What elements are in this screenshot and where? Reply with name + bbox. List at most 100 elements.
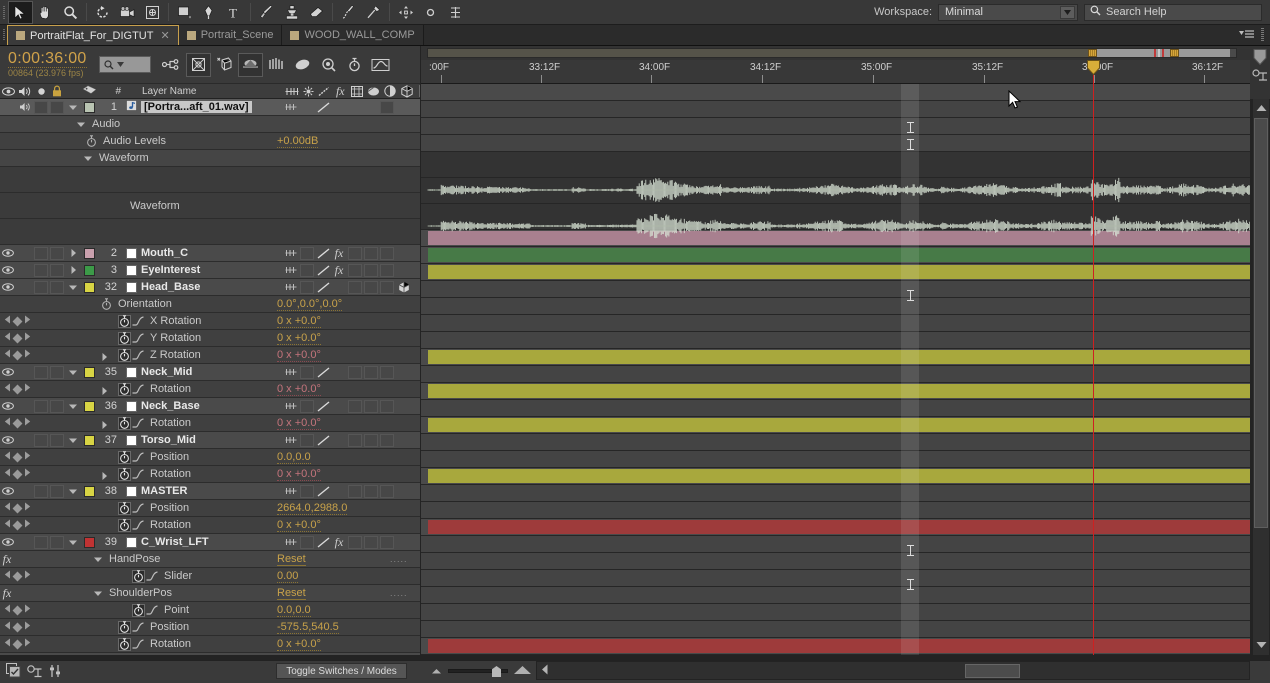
property-group-row[interactable]: Waveform (0, 150, 420, 167)
layer-time-marker[interactable] (907, 290, 914, 301)
zoom-out-icon[interactable] (430, 665, 443, 677)
layer-outline-panel[interactable]: 1 [Portra...aft_01.wav] Audio Audio Levels +… (0, 99, 420, 655)
navigator-view-region[interactable] (1092, 49, 1230, 57)
next-keyframe-icon[interactable] (24, 604, 31, 616)
layer-switches[interactable]: fx (282, 263, 420, 278)
property-row[interactable]: Z Rotation 0 x +0.0° (0, 347, 420, 364)
timeline-row[interactable] (421, 621, 1250, 638)
motion-blur-icon[interactable] (237, 52, 263, 77)
selection-tool[interactable] (8, 0, 33, 24)
graph-editor-toggle[interactable] (131, 639, 145, 649)
next-keyframe-icon[interactable] (24, 349, 31, 361)
previous-keyframe-icon[interactable] (4, 332, 11, 344)
solo-switch[interactable] (33, 263, 49, 277)
snapping-tool[interactable] (393, 1, 418, 24)
keyframe-navigator[interactable] (0, 466, 48, 482)
property-row[interactable]: Position 2664.0,2988.0 (0, 500, 420, 517)
property-row[interactable]: Rotation 0 x +0.0° (0, 415, 420, 432)
layer-disclosure-triangle[interactable] (65, 249, 81, 257)
current-timecode[interactable]: 0:00:36:00 (8, 50, 87, 68)
add-keyframe-icon[interactable] (12, 333, 23, 343)
adjustment-switch[interactable] (379, 535, 395, 549)
lock-switch[interactable] (49, 100, 65, 114)
add-keyframe-icon[interactable] (12, 384, 23, 394)
close-icon[interactable]: ✕ (160, 29, 169, 42)
stopwatch-toggle[interactable] (118, 501, 131, 515)
layer-disclosure-triangle[interactable] (65, 105, 81, 110)
property-row[interactable]: Audio Levels +0.00dB (0, 133, 420, 150)
comp-family-icon[interactable] (1252, 68, 1268, 85)
panel-resize-grip[interactable] (1261, 27, 1264, 42)
quality-switch[interactable] (315, 400, 331, 412)
video-switch[interactable] (0, 538, 16, 546)
layer-row[interactable]: 39 C_Wrist_LFT fx (0, 534, 420, 551)
frame-blend-switch[interactable] (347, 654, 363, 655)
next-keyframe-icon[interactable] (24, 519, 31, 531)
stopwatch-toggle[interactable] (118, 637, 131, 651)
layer-row[interactable]: 3 EyeInterest fx (0, 262, 420, 279)
property-value[interactable]: 0 x +0.0° (277, 468, 321, 481)
effect-options-dots[interactable]: ..... (390, 588, 408, 598)
stopwatch-toggle[interactable] (118, 450, 131, 464)
layer-disclosure-triangle[interactable] (65, 266, 81, 274)
effect-disclosure-triangle[interactable] (91, 591, 105, 596)
timeline-horizontal-scrollbar[interactable] (536, 661, 1250, 680)
layer-name-cell[interactable]: Torso_Mid (122, 434, 282, 446)
frame-blend-switch[interactable] (347, 280, 363, 294)
property-row[interactable]: Slider 0.00 (0, 568, 420, 585)
timeline-row[interactable] (421, 383, 1250, 400)
frame-blend-switch[interactable] (347, 263, 363, 277)
previous-keyframe-icon[interactable] (4, 417, 11, 429)
switches-icon[interactable] (49, 664, 62, 681)
stopwatch-toggle[interactable] (118, 620, 131, 634)
graph-editor-toggle[interactable] (131, 452, 145, 462)
brush-tool[interactable] (254, 1, 279, 24)
motion-blur-switch[interactable] (363, 263, 379, 277)
timeline-row[interactable] (421, 264, 1250, 281)
expression-disclosure-triangle[interactable] (102, 420, 107, 432)
collapse-switch[interactable] (299, 654, 315, 655)
property-value[interactable]: 0 x +0.0° (277, 417, 321, 430)
lock-switch[interactable] (49, 280, 65, 294)
audio-switch[interactable] (16, 102, 33, 112)
shy-switch[interactable] (282, 266, 299, 274)
layer-name-cell[interactable]: EyeInterest (122, 264, 282, 276)
workspace-select[interactable]: Minimal (938, 3, 1078, 21)
timeline-row[interactable] (421, 315, 1250, 332)
motion-blur-switch[interactable] (363, 654, 379, 655)
layer-label-color[interactable] (81, 485, 98, 497)
horizontal-scroll-thumb[interactable] (965, 664, 1020, 678)
adjustment-switch[interactable] (379, 399, 395, 413)
collapse-switch[interactable] (299, 484, 315, 498)
property-value[interactable]: 0 x +0.0° (277, 519, 321, 532)
timeline-navigator[interactable] (421, 46, 1250, 60)
add-keyframe-icon[interactable] (12, 503, 23, 513)
layer-name-cell[interactable]: C_Wrist_LFT (122, 536, 282, 548)
collapse-switch[interactable] (299, 280, 315, 294)
property-row[interactable]: Rotation 0 x +0.0° (0, 636, 420, 653)
property-value[interactable]: 0.0,0.0 (277, 451, 311, 464)
layer-label-color[interactable] (81, 400, 98, 412)
keyframe-navigator[interactable] (0, 449, 48, 465)
eraser-tool[interactable] (304, 1, 329, 24)
graph-editor-toggle[interactable] (131, 316, 145, 326)
draft-3d-icon[interactable] (185, 52, 211, 77)
layer-duration-bar[interactable] (428, 469, 1250, 483)
timeline-row[interactable] (421, 400, 1250, 417)
frame-blend-switch[interactable] (347, 246, 363, 260)
keyframe-navigator[interactable] (0, 602, 48, 618)
motion-blur-switch[interactable] (363, 484, 379, 498)
add-keyframe-icon[interactable] (12, 452, 23, 462)
property-value[interactable]: +0.00dB (277, 135, 319, 148)
effects-switch[interactable]: fx (331, 654, 347, 656)
layer-row[interactable]: 38 MASTER (0, 483, 420, 500)
property-value[interactable]: 0 x +0.0° (277, 638, 321, 651)
group-disclosure-triangle[interactable] (74, 122, 88, 127)
adjustment-switch[interactable] (379, 263, 395, 277)
frame-blend-switch[interactable] (347, 535, 363, 549)
timeline-row[interactable] (421, 247, 1250, 264)
layer-name-cell[interactable]: Head_Base (122, 281, 282, 293)
layer-name-cell[interactable]: Neck_Mid (122, 366, 282, 378)
keyframe-navigator[interactable] (0, 381, 48, 397)
collapse-switch[interactable] (299, 399, 315, 413)
